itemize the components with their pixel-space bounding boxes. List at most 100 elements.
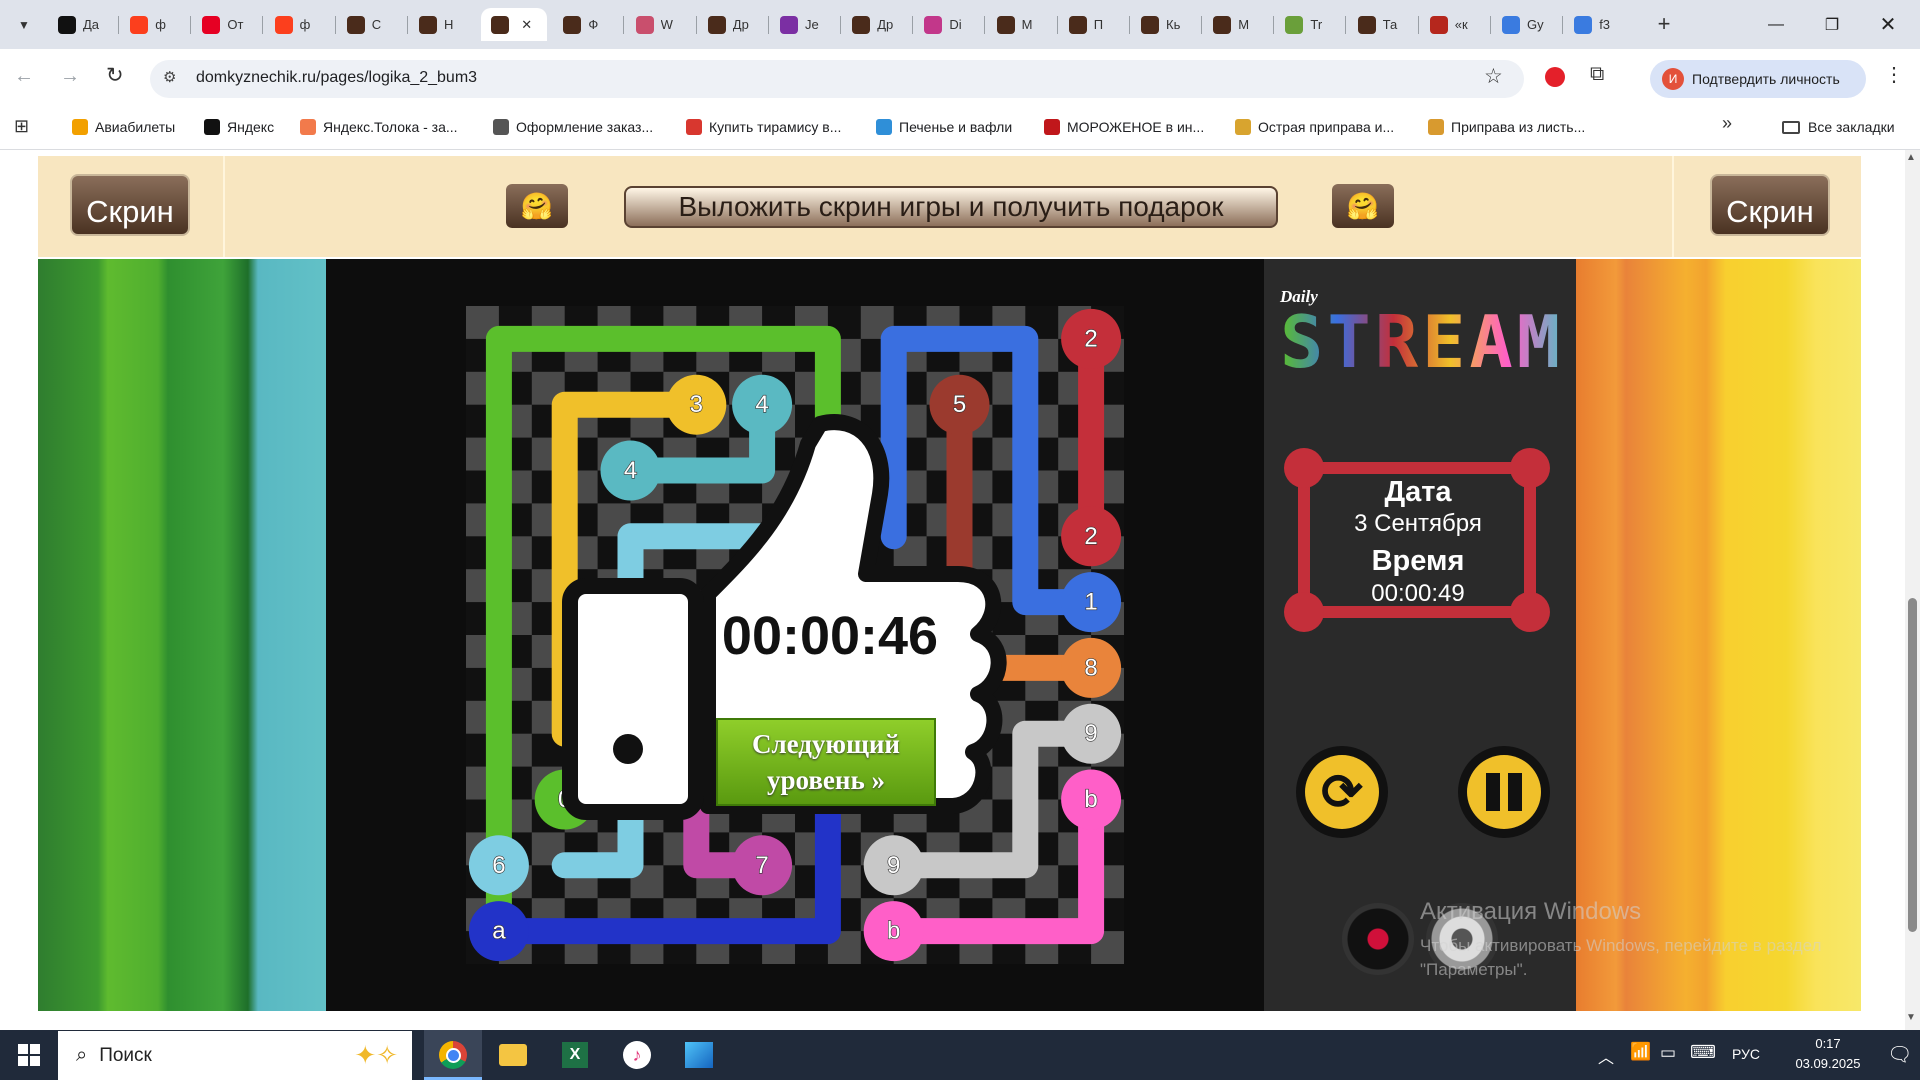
smile-icon-right[interactable]: 🤗: [1332, 184, 1394, 228]
tab-label: М: [1238, 17, 1250, 32]
bookmark-label: МОРОЖЕНОЕ в ин...: [1067, 119, 1205, 135]
tab-12[interactable]: Di: [914, 8, 982, 41]
tab-15[interactable]: Кь: [1131, 8, 1199, 41]
tab-17[interactable]: Tr: [1275, 8, 1343, 41]
bookmark-1[interactable]: Яндекс: [204, 114, 274, 140]
bookmark-0[interactable]: Авиабилеты: [72, 114, 175, 140]
tab-label: Gy: [1527, 17, 1544, 32]
smile-icon-left[interactable]: 🤗: [506, 184, 568, 228]
windows-icon: [18, 1044, 40, 1066]
more-bookmarks-icon[interactable]: »: [1722, 113, 1732, 134]
tab-label: ф: [155, 17, 166, 32]
tab-14[interactable]: П: [1059, 8, 1127, 41]
back-button[interactable]: ←: [14, 65, 34, 88]
tab-6[interactable]: ✕: [481, 8, 548, 41]
tray-chevron-icon[interactable]: ︿: [1598, 1044, 1614, 1068]
tab-separator: [912, 16, 914, 34]
scroll-down-arrow[interactable]: ▼: [1906, 1012, 1916, 1023]
tab-1[interactable]: ф: [120, 8, 188, 41]
endpoint-label: 2: [1084, 523, 1097, 550]
taskbar-photos[interactable]: [670, 1030, 728, 1080]
start-button[interactable]: [0, 1030, 58, 1080]
tab-favicon-icon: [707, 15, 726, 34]
tab-favicon-icon: [346, 15, 365, 34]
bookmark-star-icon[interactable]: ☆: [1484, 64, 1503, 89]
keyboard-icon[interactable]: ⌨: [1690, 1042, 1716, 1063]
scrollbar-thumb[interactable]: [1908, 598, 1917, 932]
tab-20[interactable]: Gy: [1492, 8, 1560, 41]
tab-3[interactable]: ф: [265, 8, 333, 41]
restart-button[interactable]: ⟳: [1296, 746, 1388, 838]
share-screenshot-banner[interactable]: Выложить скрин игры и получить подарок: [624, 186, 1278, 228]
tab-11[interactable]: Др: [842, 8, 910, 41]
network-icon[interactable]: 📶: [1630, 1042, 1651, 1062]
tab-10[interactable]: Je: [770, 8, 838, 41]
taskbar-excel[interactable]: X: [546, 1030, 604, 1080]
taskbar-search[interactable]: ⌕ Поиск ✦✧: [58, 1031, 412, 1080]
tab-18[interactable]: Та: [1348, 8, 1416, 41]
tab-4[interactable]: С: [337, 8, 405, 41]
taskbar-explorer[interactable]: [484, 1030, 542, 1080]
battery-icon[interactable]: ▭: [1660, 1043, 1676, 1063]
close-window-button[interactable]: ✕: [1860, 0, 1916, 49]
tab-0[interactable]: Да: [48, 8, 116, 41]
tab-label: Да: [83, 17, 100, 32]
bookmark-label: Яндекс: [227, 119, 275, 135]
minimize-button[interactable]: —: [1748, 0, 1804, 49]
tab-7[interactable]: Ф: [553, 8, 621, 41]
tab-label: С: [371, 17, 382, 32]
tab-8[interactable]: W: [626, 8, 694, 41]
tab-16[interactable]: М: [1203, 8, 1271, 41]
apps-grid-icon[interactable]: ⊞: [14, 116, 29, 137]
verify-identity-button[interactable]: И Подтвердить личность: [1650, 60, 1866, 98]
new-tab-button[interactable]: +: [1650, 10, 1678, 38]
next-level-button[interactable]: Следующий уровень »: [716, 718, 936, 806]
menu-icon[interactable]: ⋮: [1884, 62, 1904, 87]
tab-separator: [1128, 16, 1130, 34]
bookmark-label: Приправа из листь...: [1451, 119, 1586, 135]
forward-button[interactable]: →: [60, 65, 80, 88]
music-toggle-icon[interactable]: [1342, 903, 1414, 975]
bookmark-3[interactable]: Оформление заказ...: [493, 114, 653, 140]
bookmark-8[interactable]: Приправа из листь...: [1428, 114, 1585, 140]
notifications-icon[interactable]: 🗨: [1887, 1042, 1912, 1067]
url-text[interactable]: domkyznechik.ru/pages/logika_2_bum3: [196, 69, 477, 87]
bookmark-2[interactable]: Яндекс.Толока - за...: [300, 114, 458, 140]
tab-label: «к: [1454, 17, 1468, 32]
endpoint-label: 1: [1084, 589, 1097, 616]
bookmark-5[interactable]: Печенье и вафли: [876, 114, 1012, 140]
taskbar-itunes[interactable]: ♪: [608, 1030, 666, 1080]
scroll-up-arrow[interactable]: ▲: [1906, 152, 1916, 163]
search-placeholder: Поиск: [99, 1044, 152, 1066]
tab-19[interactable]: «к: [1420, 8, 1488, 41]
clock-time[interactable]: 0:17: [1786, 1036, 1870, 1051]
close-tab-icon[interactable]: ✕: [521, 17, 532, 33]
extensions-icon[interactable]: ⧉: [1590, 63, 1604, 86]
opera-extension-icon[interactable]: [1545, 67, 1565, 87]
all-bookmarks-button[interactable]: Все закладки: [1782, 114, 1895, 140]
tab-separator: [695, 16, 697, 34]
verify-label: Подтвердить личность: [1692, 71, 1840, 87]
tab-separator: [118, 16, 119, 34]
pause-button[interactable]: [1458, 746, 1550, 838]
tab-label: Н: [444, 17, 454, 32]
tab-13[interactable]: М: [987, 8, 1055, 41]
tab-5[interactable]: Н: [409, 8, 477, 41]
screen-button-right[interactable]: Скрин: [1710, 174, 1830, 236]
language-indicator[interactable]: РУС: [1732, 1046, 1760, 1062]
clock-date[interactable]: 03.09.2025: [1776, 1056, 1880, 1071]
taskbar-chrome[interactable]: [424, 1030, 482, 1080]
maximize-button[interactable]: ❐: [1804, 0, 1860, 49]
tab-separator: [406, 16, 408, 34]
tab-21[interactable]: f3: [1564, 8, 1632, 41]
site-info-icon[interactable]: ⚙: [163, 68, 176, 86]
tab-search-button[interactable]: ▼: [10, 12, 38, 38]
bookmark-7[interactable]: Острая приправа и...: [1235, 114, 1394, 140]
tab-separator: [840, 16, 841, 34]
bookmark-4[interactable]: Купить тирамису в...: [686, 114, 841, 140]
bookmark-6[interactable]: МОРОЖЕНОЕ в ин...: [1044, 114, 1204, 140]
screen-button-left[interactable]: Скрин: [70, 174, 190, 236]
tab-9[interactable]: Др: [698, 8, 766, 41]
tab-2[interactable]: От: [192, 8, 260, 41]
reload-button[interactable]: ↻: [106, 63, 124, 88]
